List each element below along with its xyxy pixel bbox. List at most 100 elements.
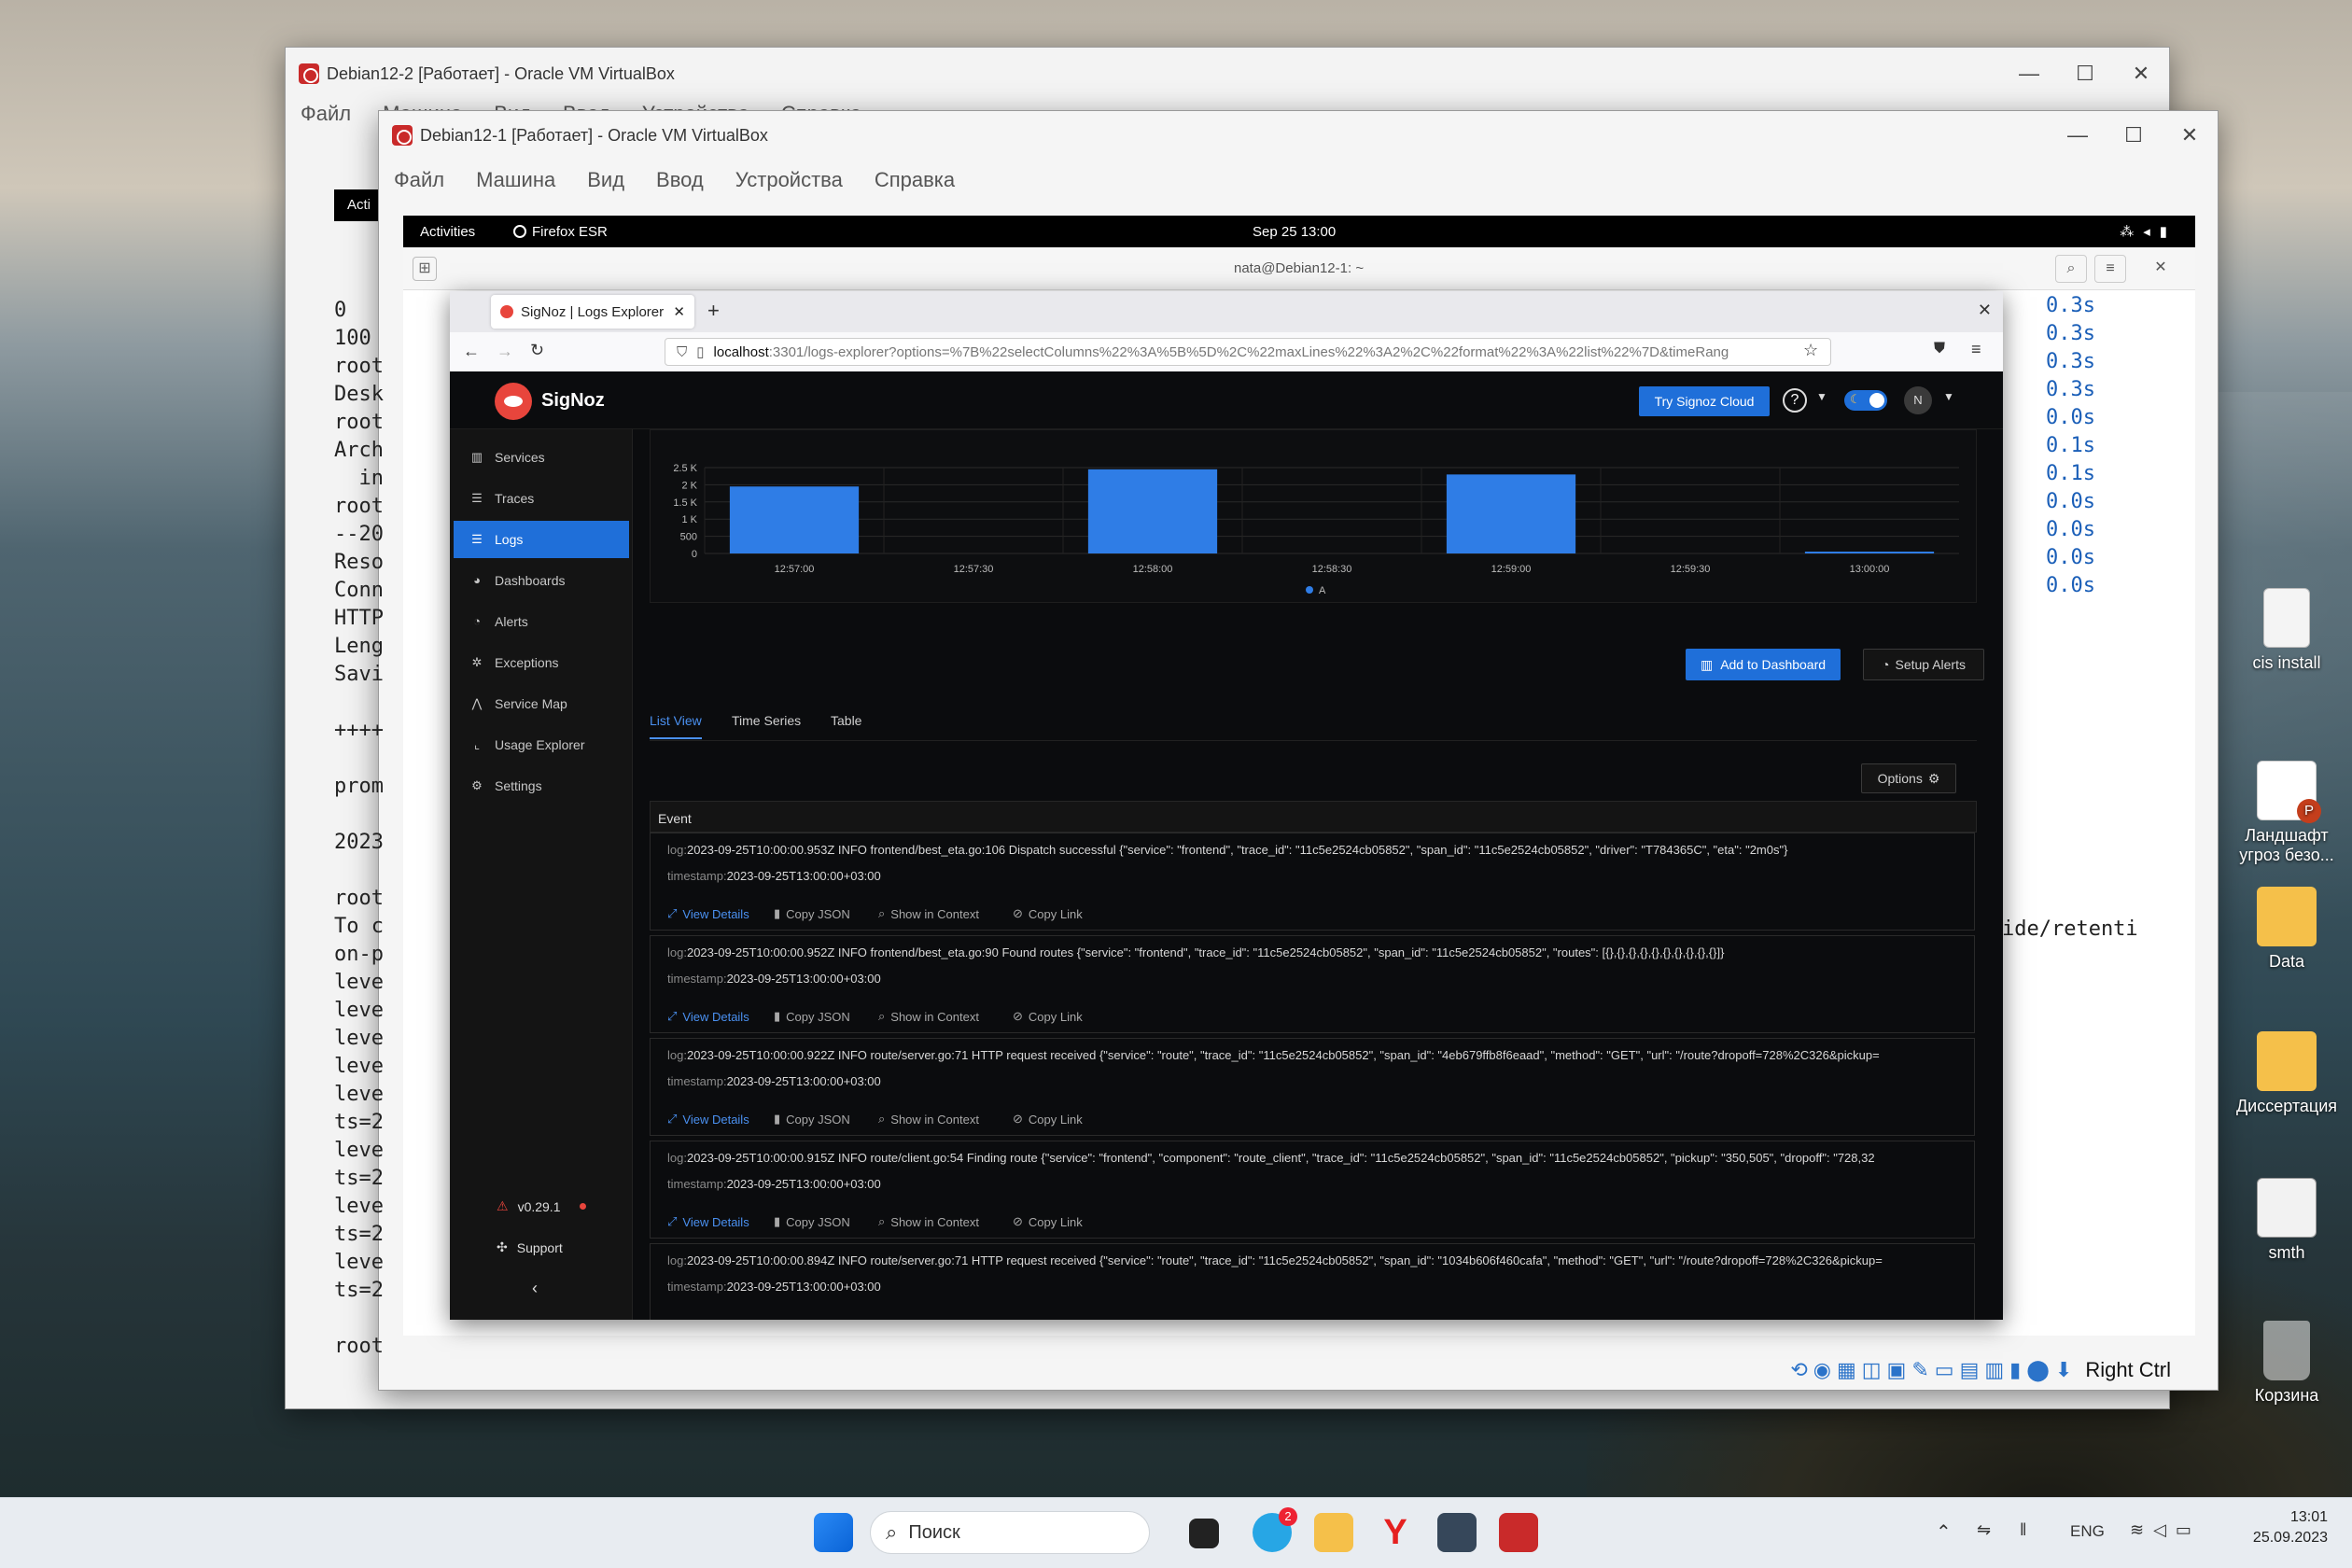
start-icon[interactable]: [814, 1513, 853, 1552]
desktop-icon-landscape-pptx[interactable]: P Ландшафт угроз безо...: [2231, 761, 2343, 865]
vm-window-icon[interactable]: [1499, 1513, 1538, 1552]
version-info[interactable]: ⚠ v0.29.1: [497, 1198, 586, 1214]
file-explorer-icon[interactable]: [1314, 1513, 1353, 1552]
sidebar-item-settings[interactable]: ⚙ Settings: [454, 767, 629, 805]
tray-bars-icon[interactable]: ‖: [2020, 1520, 2026, 1540]
language-indicator[interactable]: ENG: [2070, 1522, 2105, 1541]
sidebar-item-traces[interactable]: ☰ Traces: [454, 480, 629, 517]
app-menu[interactable]: Firefox ESR: [513, 224, 608, 240]
view-details-link[interactable]: ⤢View Details: [667, 1317, 749, 1320]
maximize-button[interactable]: ☐: [2057, 48, 2113, 100]
close-window-icon[interactable]: ✕: [1978, 301, 1992, 320]
tab-signoz[interactable]: SigNoz | Logs Explorer ✕: [491, 295, 694, 329]
maximize-button[interactable]: ☐: [2106, 111, 2162, 160]
bookmark-star-icon[interactable]: ☆: [1803, 341, 1818, 360]
hamburger-menu-icon[interactable]: ≡: [2094, 255, 2126, 283]
copy-json-link[interactable]: ▮Copy JSON: [774, 1009, 850, 1024]
signoz-logo-icon[interactable]: [495, 383, 532, 420]
minimize-button[interactable]: —: [2050, 111, 2106, 160]
close-button[interactable]: ✕: [2162, 111, 2218, 160]
log-row[interactable]: log:2023-09-25T10:00:00.952Z INFO fronte…: [650, 935, 1975, 1033]
chevron-down-icon[interactable]: ▼: [1943, 390, 1954, 403]
view-details-link[interactable]: ⤢View Details: [667, 1214, 749, 1229]
sidebar-item-dashboards[interactable]: ◕ Dashboards: [454, 562, 629, 599]
options-button[interactable]: Options ⚙: [1861, 763, 1956, 793]
theme-toggle[interactable]: ☾: [1844, 390, 1887, 411]
pocket-icon[interactable]: ⛊: [1934, 341, 1945, 357]
log-row[interactable]: log:2023-09-25T10:00:00.922Z INFO route/…: [650, 1038, 1975, 1136]
virtualbox-icon[interactable]: [1437, 1513, 1477, 1552]
log-row[interactable]: log:2023-09-25T10:00:00.953Z INFO fronte…: [650, 833, 1975, 931]
sidebar-item-usage-explorer[interactable]: ⌞ Usage Explorer: [454, 726, 629, 763]
desktop-icon-dissertation[interactable]: Диссертация: [2231, 1031, 2343, 1116]
chevron-up-icon[interactable]: ⌃: [1936, 1520, 1952, 1544]
tab-table[interactable]: Table: [831, 713, 861, 728]
search-box[interactable]: ⌕ Поиск: [870, 1511, 1150, 1554]
close-icon[interactable]: ✕: [2147, 255, 2175, 283]
close-tab-icon[interactable]: ✕: [673, 303, 685, 320]
new-tab-icon[interactable]: ⊞: [413, 257, 437, 281]
clock[interactable]: 13:01 25.09.2023: [2244, 1509, 2328, 1547]
menu-devices[interactable]: Устройства: [735, 168, 843, 192]
view-details-link[interactable]: ⤢View Details: [667, 906, 749, 921]
minimize-button[interactable]: —: [2001, 48, 2057, 100]
chart-bar[interactable]: [1804, 552, 1935, 553]
log-row[interactable]: log:2023-09-25T10:00:00.894Z INFO route/…: [650, 1243, 1975, 1320]
view-details-link[interactable]: ⤢View Details: [667, 1112, 749, 1127]
sidebar-item-alerts[interactable]: ◔ Alerts: [454, 603, 629, 640]
chevron-down-icon[interactable]: ▼: [1816, 390, 1827, 403]
tab-list-view[interactable]: List View: [650, 713, 702, 739]
copy-link-link[interactable]: ⊘Copy Link: [1013, 1009, 1083, 1024]
sidebar-item-logs[interactable]: ☰ Logs: [454, 521, 629, 558]
support-link[interactable]: ✣ Support: [497, 1239, 563, 1255]
chart-bar[interactable]: [1446, 474, 1576, 553]
app-menu-icon[interactable]: ≡: [1971, 340, 1981, 359]
show-in-context-link[interactable]: ⌕Show in Context: [878, 1214, 979, 1229]
chart-bar[interactable]: [729, 486, 860, 553]
new-tab-icon[interactable]: +: [707, 299, 720, 323]
menu-file[interactable]: Файл: [394, 168, 444, 192]
add-to-dashboard-button[interactable]: ▥ Add to Dashboard: [1686, 649, 1841, 680]
search-icon[interactable]: ⌕: [2055, 255, 2087, 283]
desktop-icon-data[interactable]: Data: [2231, 887, 2343, 972]
copy-link-link[interactable]: ⊘Copy Link: [1013, 906, 1083, 921]
telegram-icon[interactable]: 2: [1253, 1507, 1297, 1552]
copy-link-link[interactable]: ⊘Copy Link: [1013, 1112, 1083, 1127]
menu-file[interactable]: Файл: [301, 102, 351, 126]
tray-app-icon[interactable]: ⇋: [1977, 1520, 1991, 1540]
copy-json-link[interactable]: ▮Copy JSON: [774, 1112, 850, 1127]
legend-marker[interactable]: [1306, 586, 1313, 594]
system-tray[interactable]: ⁂◂▮: [2120, 223, 2177, 240]
try-cloud-button[interactable]: Try Signoz Cloud: [1639, 386, 1770, 416]
back-icon[interactable]: ←: [463, 342, 480, 361]
copy-link-link[interactable]: ⊘Copy Link: [1013, 1214, 1083, 1229]
view-details-link[interactable]: ⤢View Details: [667, 1009, 749, 1024]
desktop-icon-cis-install[interactable]: cis install: [2231, 588, 2343, 673]
help-icon[interactable]: ?: [1783, 388, 1807, 413]
clock[interactable]: Sep 25 13:00: [1253, 224, 1336, 240]
copy-link-link[interactable]: ⊘Copy Link: [1013, 1317, 1083, 1320]
reload-icon[interactable]: ↻: [530, 341, 544, 360]
url-bar[interactable]: ⛉ ▯ localhost:3301/logs-explorer?options…: [665, 338, 1831, 366]
show-in-context-link[interactable]: ⌕Show in Context: [878, 1009, 979, 1024]
show-in-context-link[interactable]: ⌕Show in Context: [878, 1317, 979, 1320]
copy-json-link[interactable]: ▮Copy JSON: [774, 906, 850, 921]
desktop-icon-smth[interactable]: smth: [2231, 1178, 2343, 1263]
firefox-window[interactable]: SigNoz | Logs Explorer ✕ + ✕ ← → ↻ ⛉ ▯ l…: [450, 291, 2003, 1320]
chart-bar[interactable]: [1087, 469, 1218, 553]
forward-icon[interactable]: →: [497, 342, 513, 361]
log-row[interactable]: log:2023-09-25T10:00:00.915Z INFO route/…: [650, 1141, 1975, 1239]
network-sound-battery-icons[interactable]: ≋◁▭: [2130, 1520, 2201, 1540]
avatar[interactable]: N: [1904, 386, 1932, 414]
status-icons[interactable]: ⟲◉▦◫▣✎▭▤▥▮⬤⬇: [1790, 1358, 2078, 1382]
sidebar-item-services[interactable]: ▥ Services: [454, 439, 629, 476]
window-titlebar[interactable]: Debian12-2 [Работает] - Oracle VM Virtua…: [286, 48, 2169, 100]
desktop-icon-recycle-bin[interactable]: Корзина: [2231, 1321, 2343, 1406]
close-button[interactable]: ✕: [2113, 48, 2169, 100]
tab-time-series[interactable]: Time Series: [732, 713, 801, 728]
show-in-context-link[interactable]: ⌕Show in Context: [878, 1112, 979, 1127]
menu-view[interactable]: Вид: [587, 168, 624, 192]
yandex-browser-icon[interactable]: Y: [1376, 1513, 1415, 1552]
show-in-context-link[interactable]: ⌕Show in Context: [878, 906, 979, 921]
setup-alerts-button[interactable]: ◔ Setup Alerts: [1863, 649, 1984, 680]
